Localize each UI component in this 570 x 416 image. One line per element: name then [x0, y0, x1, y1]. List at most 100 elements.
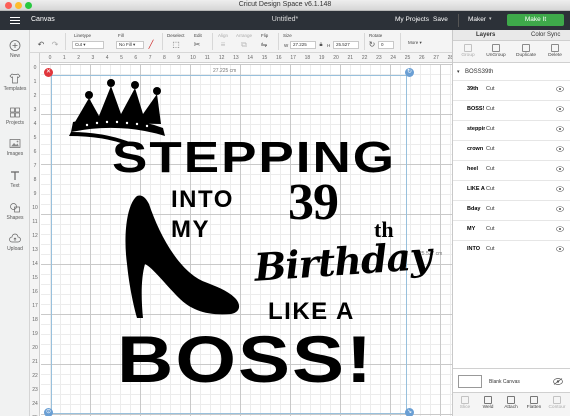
ruler-left-tick: 20: [32, 345, 38, 351]
blank-canvas-row[interactable]: Blank Canvas: [453, 368, 570, 390]
number-39-text[interactable]: 39: [288, 177, 339, 229]
shapes-tool[interactable]: Shapes: [0, 202, 30, 221]
machine-selector[interactable]: Maker: [468, 16, 486, 23]
eye-icon[interactable]: [556, 226, 564, 232]
templates-tool[interactable]: Templates: [0, 73, 30, 92]
text-tool[interactable]: Text: [0, 170, 30, 189]
ruler-top-tick: 9: [177, 55, 181, 61]
contour-button[interactable]: Contour: [546, 396, 568, 410]
chevron-down-icon[interactable]: ▾: [457, 69, 460, 75]
weld-button[interactable]: Weld: [477, 396, 499, 410]
layer-row[interactable]: Bday Cut: [453, 200, 570, 217]
ruler-top-tick: 4: [105, 55, 109, 61]
eye-icon[interactable]: [556, 186, 564, 192]
delete-handle[interactable]: ✕: [44, 68, 53, 77]
chevron-down-icon[interactable]: ▾: [489, 16, 492, 22]
pen-color-icon[interactable]: ╱: [146, 40, 156, 50]
toolbar-divider: [162, 33, 163, 50]
templates-tool-label: Templates: [3, 86, 27, 92]
make-it-button[interactable]: Make It: [507, 14, 564, 26]
lock-handle[interactable]: ⊙: [44, 408, 53, 416]
tab-layers[interactable]: Layers: [476, 32, 495, 38]
more-label: More: [408, 40, 419, 45]
eye-slash-icon[interactable]: [553, 378, 563, 385]
eye-icon[interactable]: [556, 206, 564, 212]
upload-tool-label: Upload: [7, 246, 23, 252]
boss-text[interactable]: BOSS!: [117, 326, 374, 392]
redo-icon[interactable]: ↷: [50, 40, 60, 50]
ruler-left-tick: 11: [32, 219, 38, 225]
lock-icon[interactable]: 🔒︎: [316, 40, 326, 50]
layer-row[interactable]: INTO Cut: [453, 240, 570, 257]
group-button[interactable]: Group: [455, 44, 481, 58]
blank-canvas-swatch[interactable]: [458, 375, 482, 388]
images-tool[interactable]: Images: [0, 138, 30, 157]
resize-handle[interactable]: ↘: [405, 408, 414, 416]
layer-thumbnail: INTO: [467, 246, 481, 252]
panel-tabs: Layers Color Sync: [453, 30, 570, 41]
deselect-label: Deselect: [167, 33, 185, 38]
rotate-label: Rotate: [369, 33, 383, 38]
ungroup-button[interactable]: UnGroup: [483, 44, 509, 58]
like-a-text[interactable]: LIKE A: [268, 300, 355, 324]
design-canvas[interactable]: 27.225 cm 25.527 cm ✕ ↻ ⊙ ↘ STEPPING INT…: [41, 64, 452, 416]
save-link[interactable]: Save: [433, 16, 448, 23]
upload-tool[interactable]: Upload: [0, 233, 30, 252]
flip-icon[interactable]: ⇋: [259, 40, 269, 50]
eye-icon[interactable]: [556, 146, 564, 152]
layer-row[interactable]: 39th Cut: [453, 80, 570, 97]
layer-row[interactable]: BOSS! Cut: [453, 100, 570, 117]
undo-icon[interactable]: ↶: [36, 40, 46, 50]
width-measure: 27.225 cm: [213, 68, 237, 74]
ruler-left-tick: 21: [32, 359, 38, 365]
layer-row[interactable]: LIKE A Cut: [453, 180, 570, 197]
my-text[interactable]: MY: [171, 218, 210, 242]
rotate-input[interactable]: 0: [378, 41, 394, 49]
projects-tool[interactable]: Projects: [0, 107, 30, 126]
ruler-left-tick: 23: [32, 387, 38, 393]
ruler-top-tick: 10: [190, 55, 196, 61]
eye-icon[interactable]: [556, 246, 564, 252]
slice-button[interactable]: Slice: [454, 396, 476, 410]
layer-thumbnail: LIKE A: [467, 186, 485, 192]
eye-icon[interactable]: [556, 106, 564, 112]
ruler-top-tick: 7: [148, 55, 152, 61]
layer-name: Cut: [486, 166, 495, 172]
into-text[interactable]: INTO: [171, 188, 234, 212]
birthday-script-text[interactable]: Birthday: [253, 233, 433, 290]
rotate-handle[interactable]: ↻: [405, 68, 414, 77]
arrange-icon[interactable]: ⧉: [239, 40, 249, 50]
fill-select[interactable]: No Fill ▾: [116, 41, 144, 49]
fill-value: No Fill: [119, 42, 132, 47]
duplicate-button[interactable]: Duplicate: [513, 44, 539, 58]
eye-icon[interactable]: [556, 126, 564, 132]
width-input[interactable]: 27.225: [290, 41, 316, 49]
attach-button[interactable]: Attach: [500, 396, 522, 410]
height-input[interactable]: 25.527: [333, 41, 359, 49]
layer-group-row[interactable]: ▾ BOSS39th: [453, 67, 570, 79]
new-tool[interactable]: New: [0, 40, 30, 59]
eye-icon[interactable]: [556, 166, 564, 172]
more-button[interactable]: More ▾: [408, 40, 422, 46]
layer-row[interactable]: crown Cut: [453, 140, 570, 157]
duplicate-button-label: Duplicate: [516, 53, 536, 58]
align-icon[interactable]: ≡: [218, 40, 228, 50]
my-projects-link[interactable]: My Projects: [395, 16, 429, 23]
stepping-text[interactable]: STEPPING: [112, 136, 396, 179]
text-t-icon: [11, 171, 19, 180]
layer-row[interactable]: MY Cut: [453, 220, 570, 237]
linetype-select[interactable]: Cut ▾: [72, 41, 104, 49]
tab-color-sync[interactable]: Color Sync: [531, 32, 560, 38]
flatten-button[interactable]: Flatten: [523, 396, 545, 410]
delete-button[interactable]: Delete: [542, 44, 568, 58]
scissors-icon[interactable]: ✂: [192, 40, 202, 50]
eye-icon[interactable]: [556, 86, 564, 92]
slice-button-label: Slice: [459, 405, 471, 410]
deselect-icon[interactable]: ⬚: [171, 40, 181, 50]
align-label: Align: [218, 33, 229, 38]
layer-row[interactable]: steppingCut: [453, 120, 570, 137]
blank-canvas-label: Blank Canvas: [489, 379, 520, 385]
hamburger-menu-icon[interactable]: [10, 17, 20, 24]
layer-row[interactable]: heel Cut: [453, 160, 570, 177]
rotate-icon[interactable]: ↻: [367, 40, 377, 50]
